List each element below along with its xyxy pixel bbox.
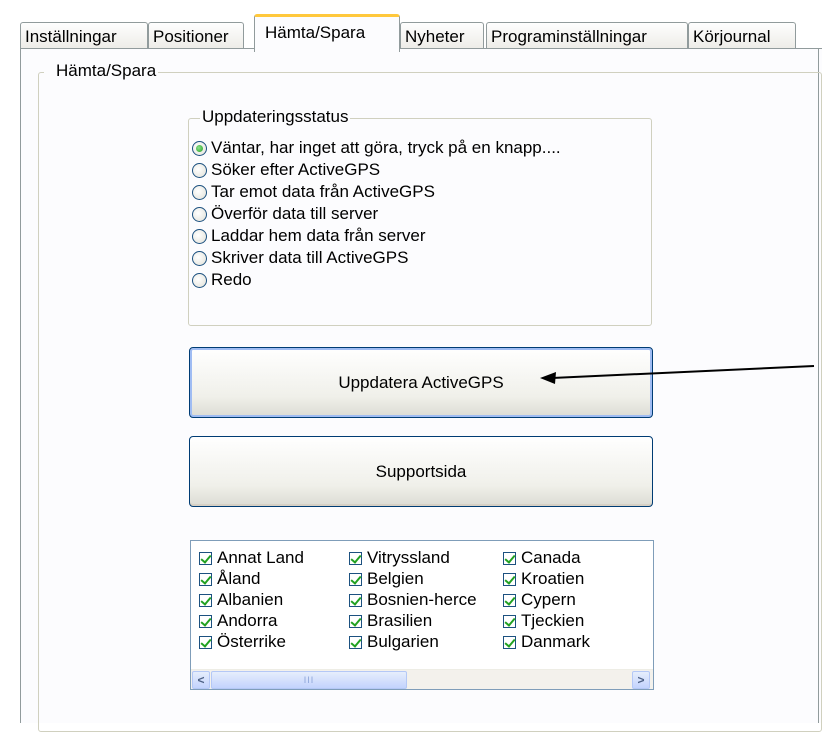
update-activegps-button[interactable]: Uppdatera ActiveGPS: [189, 347, 653, 418]
tab-hamta-spara[interactable]: Hämta/Spara: [254, 14, 400, 52]
country-item[interactable]: Bosnien-herce: [349, 590, 501, 610]
status-option-receiving[interactable]: Tar emot data från ActiveGPS: [192, 181, 435, 203]
country-item[interactable]: Annat Land: [199, 548, 345, 568]
outer-groupbox-title: Hämta/Spara: [44, 62, 159, 80]
country-item[interactable]: Bulgarien: [349, 632, 501, 652]
country-label: Canada: [521, 548, 581, 567]
checkbox-checked-icon: [503, 593, 516, 607]
radio-icon: [192, 184, 207, 200]
country-label: Bulgarien: [367, 632, 439, 651]
scroll-left-icon[interactable]: <: [192, 671, 210, 689]
checkbox-checked-icon: [349, 614, 362, 628]
country-label: Brasilien: [367, 611, 433, 630]
country-label: Kroatien: [521, 569, 585, 588]
country-item[interactable]: Åland: [199, 569, 345, 589]
country-item[interactable]: Vitryssland: [349, 548, 501, 568]
radio-icon: [192, 228, 207, 244]
tab-label: Programinställningar: [491, 27, 647, 46]
status-option-writing[interactable]: Skriver data till ActiveGPS: [192, 247, 408, 269]
country-item[interactable]: Tjeckien: [503, 611, 649, 631]
checkbox-checked-icon: [349, 635, 362, 649]
scroll-right-icon[interactable]: >: [632, 671, 650, 689]
status-option-label: Tar emot data från ActiveGPS: [211, 182, 435, 201]
status-groupbox-title: Uppdateringsstatus: [200, 107, 351, 126]
status-option-waiting[interactable]: Väntar, har inget att göra, tryck på en …: [192, 137, 561, 159]
tab-positioner[interactable]: Positioner: [148, 22, 244, 50]
tab-label: Hämta/Spara: [265, 23, 366, 42]
country-item[interactable]: Andorra: [199, 611, 345, 631]
tab-korjournal[interactable]: Körjournal: [688, 22, 796, 50]
radio-icon: [192, 162, 207, 178]
checkbox-checked-icon: [349, 572, 362, 586]
status-option-label: Överför data till server: [211, 204, 379, 223]
country-label: Österrike: [217, 632, 286, 651]
tab-label: Körjournal: [693, 27, 771, 46]
status-option-ready[interactable]: Redo: [192, 269, 252, 291]
radio-icon: [192, 250, 207, 266]
country-item[interactable]: Österrike: [199, 632, 345, 652]
country-item[interactable]: Danmark: [503, 632, 649, 652]
tab-nyheter[interactable]: Nyheter: [400, 22, 484, 50]
scroll-thumb[interactable]: III: [211, 671, 407, 689]
country-item[interactable]: Brasilien: [349, 611, 501, 631]
country-label: Danmark: [521, 632, 590, 651]
checkbox-checked-icon: [349, 593, 362, 607]
tab-strip: Inställningar Positioner Hämta/Spara Nyh…: [20, 12, 822, 52]
tab-label: Positioner: [153, 27, 229, 46]
country-item[interactable]: Canada: [503, 548, 649, 568]
checkbox-checked-icon: [503, 572, 516, 586]
status-option-label: Redo: [211, 270, 252, 289]
country-checklist[interactable]: Annat Land Åland Albanien Andorra Österr…: [190, 540, 654, 690]
checkbox-checked-icon: [503, 635, 516, 649]
country-label: Cypern: [521, 590, 576, 609]
status-option-uploading[interactable]: Överför data till server: [192, 203, 378, 225]
radio-icon: [192, 272, 207, 288]
support-page-button[interactable]: Supportsida: [189, 436, 653, 507]
country-label: Bosnien-herce: [367, 590, 477, 609]
status-option-label: Laddar hem data från server: [211, 226, 426, 245]
country-label: Belgien: [367, 569, 424, 588]
country-label: Vitryssland: [367, 548, 450, 567]
country-item[interactable]: Cypern: [503, 590, 649, 610]
checkbox-checked-icon: [199, 635, 212, 649]
status-option-searching[interactable]: Söker efter ActiveGPS: [192, 159, 380, 181]
grip-icon: III: [303, 675, 315, 685]
status-option-downloading[interactable]: Laddar hem data från server: [192, 225, 426, 247]
country-label: Tjeckien: [521, 611, 585, 630]
tab-programinstallningar[interactable]: Programinställningar: [486, 22, 688, 50]
checkbox-checked-icon: [503, 551, 516, 565]
status-option-label: Väntar, har inget att göra, tryck på en …: [211, 138, 561, 157]
checkbox-checked-icon: [199, 593, 212, 607]
radio-checked-icon: [192, 140, 207, 156]
country-label: Albanien: [217, 590, 284, 609]
country-item[interactable]: Belgien: [349, 569, 501, 589]
country-label: Annat Land: [217, 548, 304, 567]
checkbox-checked-icon: [199, 614, 212, 628]
country-item[interactable]: Kroatien: [503, 569, 649, 589]
country-item[interactable]: Albanien: [199, 590, 345, 610]
horizontal-scrollbar[interactable]: < III >: [191, 669, 653, 689]
status-option-label: Skriver data till ActiveGPS: [211, 248, 409, 267]
status-option-label: Söker efter ActiveGPS: [211, 160, 381, 179]
checkbox-checked-icon: [199, 572, 212, 586]
country-label: Andorra: [217, 611, 278, 630]
country-label: Åland: [217, 569, 261, 588]
checkbox-checked-icon: [349, 551, 362, 565]
checkbox-checked-icon: [503, 614, 516, 628]
tab-installningar[interactable]: Inställningar: [20, 22, 148, 50]
checkbox-checked-icon: [199, 551, 212, 565]
radio-icon: [192, 206, 207, 222]
tab-label: Nyheter: [405, 27, 465, 46]
tab-label: Inställningar: [25, 27, 117, 46]
